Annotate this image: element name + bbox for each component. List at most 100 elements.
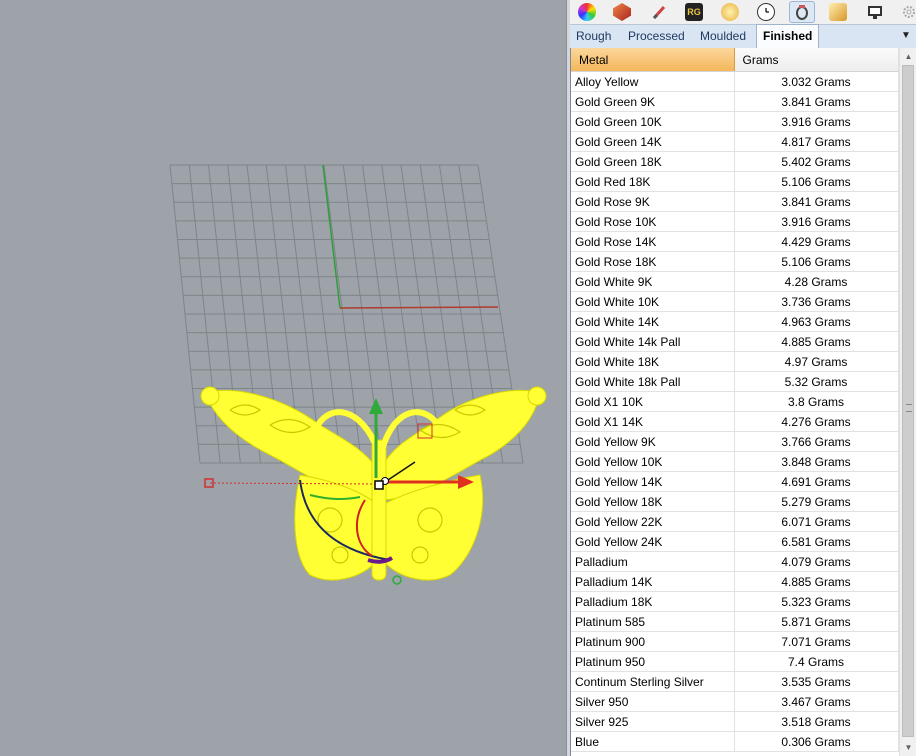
metal-name-cell: Gold White 10K [571, 291, 735, 312]
table-row[interactable]: Continum Sterling Silver 3.535 Grams [571, 671, 899, 692]
metal-name-cell: Platinum 900 [571, 631, 735, 652]
table-row[interactable]: Blue 0.306 Grams [571, 731, 899, 752]
metal-name-cell: Gold Green 14K [571, 131, 735, 152]
table-row[interactable]: Gold Rose 18K 5.106 Grams [571, 251, 899, 272]
table-row[interactable]: Gold White 18k Pall 5.32 Grams [571, 371, 899, 392]
table-row[interactable]: Gold Rose 14K 4.429 Grams [571, 231, 899, 252]
table-row[interactable]: Palladium 14K 4.885 Grams [571, 571, 899, 592]
metal-weight-panel: RG Rough Processed Moulded Finished ▼ Me… [570, 0, 916, 756]
grams-value-cell: 3.916 Grams [734, 211, 899, 232]
metal-weight-table: Metal Grams Alloy Yellow 3.032 Grams Gold … [570, 48, 900, 756]
tab-finished[interactable]: Finished [756, 24, 820, 49]
grams-value-cell: 3.841 Grams [734, 91, 899, 112]
table-row[interactable]: Gold X1 10K 3.8 Grams [571, 391, 899, 412]
table-row[interactable]: Alloy Yellow 3.032 Grams [571, 71, 899, 92]
3d-viewport[interactable] [0, 0, 566, 756]
tab-processed[interactable]: Processed [622, 25, 691, 47]
grams-value-cell: 3.032 Grams [734, 71, 899, 92]
grams-value-cell: 3.848 Grams [734, 451, 899, 472]
grams-value-cell: 4.28 Grams [734, 271, 899, 292]
grams-value-cell: 5.871 Grams [734, 611, 899, 632]
rg-icon[interactable]: RG [685, 3, 703, 21]
table-row[interactable]: Silver 950 3.467 Grams [571, 691, 899, 712]
panel-toolbar: RG [570, 0, 916, 24]
table-row[interactable]: Gold Green 18K 5.402 Grams [571, 151, 899, 172]
table-row[interactable]: Gold White 10K 3.736 Grams [571, 291, 899, 312]
grams-value-cell: 3.841 Grams [734, 191, 899, 212]
x-axis-line [339, 306, 499, 309]
table-row[interactable]: Gold White 18K 4.97 Grams [571, 351, 899, 372]
table-row[interactable]: Gold Green 9K 3.841 Grams [571, 91, 899, 112]
scroll-up-arrow-icon[interactable]: ▲ [900, 48, 916, 65]
ring-icon[interactable] [789, 1, 815, 23]
column-header-grams[interactable]: Grams [734, 48, 899, 72]
grams-value-cell: 3.518 Grams [734, 711, 899, 732]
table-row[interactable]: Gold Yellow 10K 3.848 Grams [571, 451, 899, 472]
grams-value-cell: 4.276 Grams [734, 411, 899, 432]
table-row[interactable]: Platinum 585 5.871 Grams [571, 611, 899, 632]
table-row[interactable]: Gold Yellow 14K 4.691 Grams [571, 471, 899, 492]
table-row[interactable]: Gold X1 14K 4.276 Grams [571, 411, 899, 432]
grams-value-cell: 5.106 Grams [734, 171, 899, 192]
column-header-metal[interactable]: Metal [571, 48, 735, 72]
grams-value-cell: 4.429 Grams [734, 231, 899, 252]
metal-name-cell: Palladium 14K [571, 571, 735, 592]
tab-rough[interactable]: Rough [570, 25, 617, 47]
metal-name-cell: Palladium [571, 551, 735, 572]
table-row[interactable]: Palladium 4.079 Grams [571, 551, 899, 572]
table-row[interactable]: Gold Rose 10K 3.916 Grams [571, 211, 899, 232]
brush-icon[interactable] [650, 3, 668, 21]
grams-value-cell: 7.071 Grams [734, 631, 899, 652]
scrollbar-thumb[interactable] [902, 65, 914, 737]
table-row[interactable]: Gold Green 14K 4.817 Grams [571, 131, 899, 152]
table-row[interactable]: Platinum 950 7.4 Grams [571, 651, 899, 672]
metal-name-cell: Gold White 18k Pall [571, 371, 735, 392]
table-row[interactable]: Gold Yellow 18K 5.279 Grams [571, 491, 899, 512]
metal-name-cell: Silver 950 [571, 691, 735, 712]
grams-value-cell: 4.885 Grams [734, 331, 899, 352]
table-row[interactable]: Silver 925 3.518 Grams [571, 711, 899, 732]
clock-icon[interactable] [757, 3, 775, 21]
table-row[interactable]: Gold Yellow 24K 6.581 Grams [571, 531, 899, 552]
table-row[interactable]: Gold White 9K 4.28 Grams [571, 271, 899, 292]
grams-value-cell: 5.106 Grams [734, 251, 899, 272]
metal-name-cell: Gold Rose 9K [571, 191, 735, 212]
table-row[interactable]: Gold Yellow 9K 3.766 Grams [571, 431, 899, 452]
metal-name-cell: Gold White 18K [571, 351, 735, 372]
table-row[interactable]: Gold White 14k Pall 4.885 Grams [571, 331, 899, 352]
grams-value-cell: 4.691 Grams [734, 471, 899, 492]
gold-gem-icon[interactable] [829, 3, 847, 21]
metal-name-cell: Gold X1 14K [571, 411, 735, 432]
table-row[interactable]: Gold White 14K 4.963 Grams [571, 311, 899, 332]
table-row[interactable]: Gold Rose 9K 3.841 Grams [571, 191, 899, 212]
table-row[interactable]: Gold Red 18K 5.106 Grams [571, 171, 899, 192]
monitor-icon[interactable] [866, 3, 884, 21]
gem-icon[interactable] [721, 3, 739, 21]
grams-value-cell: 7.4 Grams [734, 651, 899, 672]
metal-name-cell: Gold Yellow 10K [571, 451, 735, 472]
scroll-grip-icon [906, 404, 912, 412]
cube-material-icon[interactable] [613, 3, 631, 21]
table-row[interactable]: Platinum 900 7.071 Grams [571, 631, 899, 652]
tab-menu-arrow-icon[interactable]: ▼ [900, 29, 912, 43]
viewport-canvas[interactable] [0, 0, 566, 756]
butterfly-model[interactable] [200, 386, 547, 581]
metal-name-cell: Gold Red 18K [571, 171, 735, 192]
settings-icon[interactable] [900, 3, 916, 21]
table-scrollbar[interactable]: ▲ ▼ [899, 48, 916, 756]
grams-value-cell: 3.467 Grams [734, 691, 899, 712]
metal-name-cell: Gold X1 10K [571, 391, 735, 412]
metal-name-cell: Silver 925 [571, 711, 735, 732]
y-axis-line [322, 164, 341, 309]
metal-name-cell: Gold Green 9K [571, 91, 735, 112]
table-row[interactable]: Gold Yellow 22K 6.071 Grams [571, 511, 899, 532]
metal-name-cell: Gold White 14k Pall [571, 331, 735, 352]
tab-moulded[interactable]: Moulded [694, 25, 752, 47]
table-row[interactable]: Palladium 18K 5.323 Grams [571, 591, 899, 612]
color-wheel-icon[interactable] [578, 3, 596, 21]
grams-value-cell: 0.306 Grams [734, 731, 899, 752]
table-row[interactable]: Gold Green 10K 3.916 Grams [571, 111, 899, 132]
scroll-down-arrow-icon[interactable]: ▼ [900, 739, 916, 756]
metal-name-cell: Platinum 585 [571, 611, 735, 632]
grams-value-cell: 5.32 Grams [734, 371, 899, 392]
